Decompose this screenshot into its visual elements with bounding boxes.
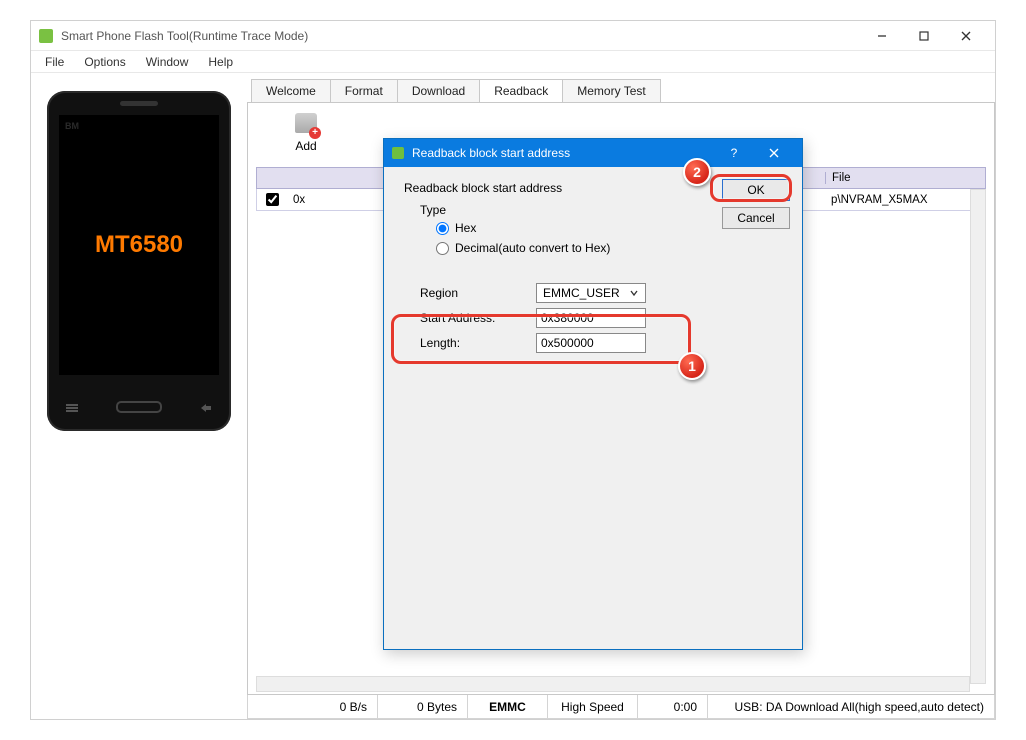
database-add-icon: +: [295, 113, 317, 137]
window-title: Smart Phone Flash Tool(Runtime Trace Mod…: [61, 29, 861, 43]
app-icon: [39, 29, 53, 43]
length-row: Length:: [420, 333, 786, 353]
phone-mockup: BM MT6580: [47, 91, 231, 431]
region-value: EMMC_USER: [543, 286, 620, 300]
tabs: Welcome Format Download Readback Memory …: [247, 79, 995, 102]
tab-format[interactable]: Format: [330, 79, 398, 102]
add-label: Add: [295, 139, 316, 153]
region-row: Region EMMC_USER: [420, 283, 786, 303]
radio-hex-label: Hex: [455, 221, 476, 235]
menu-hw-icon: [65, 402, 79, 412]
back-hw-icon: [199, 402, 213, 412]
radio-dec-row[interactable]: Decimal(auto convert to Hex): [436, 241, 786, 255]
minimize-button[interactable]: [861, 21, 903, 50]
row-addr: 0x: [287, 194, 375, 206]
start-address-input[interactable]: [536, 308, 646, 328]
radio-dec-label: Decimal(auto convert to Hex): [455, 241, 610, 255]
status-usb: USB: DA Download All(high speed,auto det…: [725, 695, 994, 718]
add-button[interactable]: + Add: [286, 113, 326, 153]
maximize-button[interactable]: [903, 21, 945, 50]
dialog-buttons: OK Cancel: [722, 179, 790, 229]
status-speed: High Speed: [548, 695, 638, 718]
status-bar: 0 B/s 0 Bytes EMMC High Speed 0:00 USB: …: [247, 695, 995, 719]
horizontal-scrollbar[interactable]: [256, 676, 970, 692]
menu-window[interactable]: Window: [138, 53, 197, 71]
dialog-close-button[interactable]: [754, 139, 794, 167]
menubar: File Options Window Help: [31, 51, 995, 73]
readback-dialog: Readback block start address ? Readback …: [383, 138, 803, 650]
phone-screen: MT6580: [59, 115, 219, 375]
chevron-down-icon: [627, 286, 641, 300]
home-hw-button: [116, 401, 162, 413]
radio-hex[interactable]: [436, 222, 449, 235]
phone-speaker: [120, 101, 158, 106]
phone-navbar: [47, 398, 231, 416]
tab-welcome[interactable]: Welcome: [251, 79, 331, 102]
region-label: Region: [420, 286, 536, 300]
dialog-title: Readback block start address: [412, 146, 714, 160]
row-checkbox[interactable]: [266, 193, 279, 206]
dialog-help-button[interactable]: ?: [714, 139, 754, 167]
phone-screen-text: MT6580: [95, 231, 183, 259]
start-label: Start Address:: [420, 311, 536, 325]
start-row: Start Address:: [420, 308, 786, 328]
left-panel: BM MT6580: [31, 73, 247, 719]
dialog-body: Readback block start address Type Hex De…: [384, 167, 802, 649]
titlebar: Smart Phone Flash Tool(Runtime Trace Mod…: [31, 21, 995, 51]
tab-memtest[interactable]: Memory Test: [562, 79, 660, 102]
col-file: File: [825, 172, 985, 184]
status-rate: 0 B/s: [248, 695, 378, 718]
menu-file[interactable]: File: [37, 53, 72, 71]
ok-button[interactable]: OK: [722, 179, 790, 201]
row-file: p\NVRAM_X5MAX: [825, 194, 985, 206]
tab-download[interactable]: Download: [397, 79, 480, 102]
vertical-scrollbar[interactable]: [970, 189, 986, 684]
cancel-button[interactable]: Cancel: [722, 207, 790, 229]
menu-options[interactable]: Options: [76, 53, 133, 71]
radio-decimal[interactable]: [436, 242, 449, 255]
status-bytes: 0 Bytes: [378, 695, 468, 718]
status-time: 0:00: [638, 695, 708, 718]
region-select[interactable]: EMMC_USER: [536, 283, 646, 303]
phone-brand: BM: [65, 121, 79, 131]
length-label: Length:: [420, 336, 536, 350]
tab-readback[interactable]: Readback: [479, 79, 563, 102]
menu-help[interactable]: Help: [200, 53, 241, 71]
close-button[interactable]: [945, 21, 987, 50]
dialog-titlebar: Readback block start address ?: [384, 139, 802, 167]
dialog-app-icon: [392, 147, 404, 159]
status-storage: EMMC: [468, 695, 548, 718]
length-input[interactable]: [536, 333, 646, 353]
